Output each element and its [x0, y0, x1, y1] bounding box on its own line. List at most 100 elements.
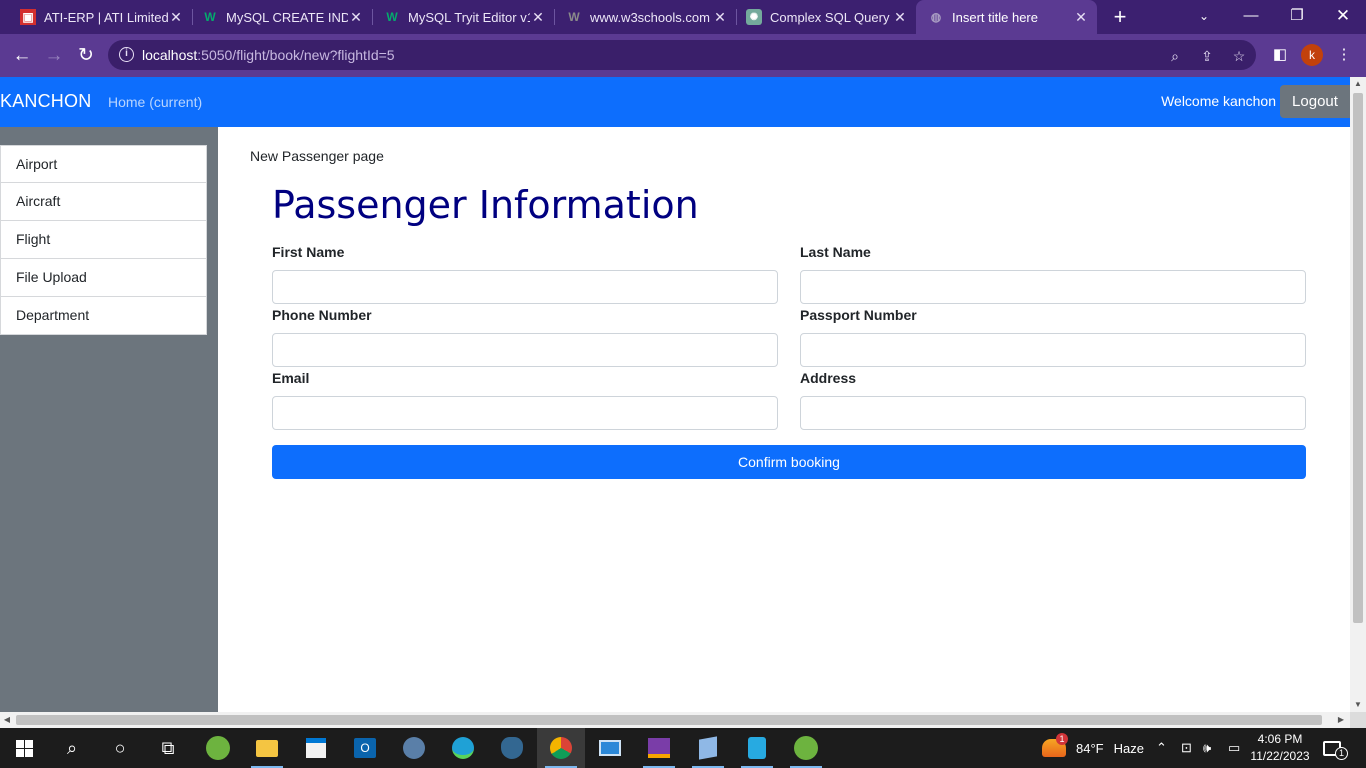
phone-number-label: Phone Number: [272, 307, 372, 323]
notifications-icon[interactable]: 1: [1323, 728, 1348, 768]
forward-icon[interactable]: →: [40, 42, 68, 70]
browser-tab-strip: ▣ ATI-ERP | ATI Limited ✕ W MySQL CREATE…: [0, 0, 1366, 34]
browser-toolbar: ← → ↻ i localhost:5050/flight/book/new?f…: [0, 34, 1366, 77]
browser-tab-active[interactable]: ◍ Insert title here ✕: [916, 0, 1097, 34]
vertical-scroll-thumb[interactable]: [1353, 93, 1363, 623]
ati-erp-logo-icon: ▣: [20, 9, 36, 25]
tab-search-icon[interactable]: ⌄: [1181, 0, 1227, 34]
scroll-right-arrow-icon[interactable]: ▶: [1334, 712, 1348, 728]
tab-title: MySQL Tryit Editor v1: [408, 9, 530, 25]
network-icon[interactable]: ▭: [1228, 728, 1240, 768]
profile-avatar[interactable]: k: [1301, 44, 1323, 66]
zoom-icon[interactable]: ⌕: [1166, 47, 1184, 65]
w3schools-icon: W: [386, 10, 398, 24]
windows-start-icon[interactable]: [0, 728, 48, 768]
outlook-icon[interactable]: O: [341, 728, 389, 768]
menu-kebab-icon[interactable]: ⋮: [1334, 45, 1354, 65]
logout-button[interactable]: Logout: [1280, 85, 1350, 118]
chatgpt-icon: ✺: [746, 9, 762, 25]
close-window-icon[interactable]: ✕: [1320, 0, 1366, 34]
restore-icon[interactable]: ❐: [1274, 0, 1320, 34]
tab-close-icon[interactable]: ✕: [1073, 9, 1089, 26]
brand-link[interactable]: KANCHON: [0, 91, 91, 112]
meet-now-icon[interactable]: ⊡: [1181, 728, 1192, 768]
side-panel-icon[interactable]: ◧: [1270, 45, 1290, 65]
weather-badge: 1: [1056, 733, 1068, 745]
spring-tool-suite-icon[interactable]: [194, 728, 242, 768]
sidebar-item-airport[interactable]: Airport: [0, 145, 207, 183]
browser-tab[interactable]: ▣ ATI-ERP | ATI Limited ✕: [0, 0, 192, 34]
browser-tab[interactable]: ✺ Complex SQL Query E ✕: [726, 0, 916, 34]
bookmark-star-icon[interactable]: ☆: [1230, 47, 1248, 65]
scroll-left-arrow-icon[interactable]: ◀: [0, 712, 14, 728]
w3schools-icon: W: [204, 10, 216, 24]
url-host: localhost: [142, 47, 198, 63]
passport-number-input[interactable]: [800, 333, 1306, 367]
back-icon[interactable]: ←: [8, 42, 36, 70]
first-name-label: First Name: [272, 244, 345, 260]
page-title: Passenger Information: [272, 183, 699, 227]
reload-icon[interactable]: ↻: [72, 42, 100, 70]
address-bar[interactable]: i localhost:5050/flight/book/new?flightI…: [108, 40, 1256, 70]
chrome-icon[interactable]: [537, 728, 585, 768]
show-hidden-icons-icon[interactable]: ⌃: [1156, 728, 1167, 768]
weather-haze-icon: 1: [1042, 733, 1068, 757]
sidebar-item-aircraft[interactable]: Aircraft: [0, 183, 207, 221]
remote-desktop-icon[interactable]: [586, 728, 634, 768]
mysql-workbench-icon[interactable]: [390, 728, 438, 768]
browser-tab[interactable]: W www.w3schools.com ✕: [546, 0, 736, 34]
weather-condition: Haze: [1113, 740, 1144, 756]
site-info-icon[interactable]: i: [119, 47, 134, 62]
app-navbar: KANCHON Home (current) Welcome kanchon L…: [0, 77, 1350, 127]
horizontal-scrollbar[interactable]: ◀ ▶: [0, 712, 1350, 728]
search-icon[interactable]: ⌕: [48, 728, 96, 768]
url-text[interactable]: localhost:5050/flight/book/new?flightId=…: [142, 47, 395, 63]
volume-icon[interactable]: 🕪: [1203, 728, 1211, 768]
cortana-icon[interactable]: ○: [96, 728, 144, 768]
sidebar-item-file-upload[interactable]: File Upload: [0, 259, 207, 297]
weather-widget[interactable]: 1 84°F Haze: [1042, 728, 1144, 768]
last-name-input[interactable]: [800, 270, 1306, 304]
address-input[interactable]: [800, 396, 1306, 430]
vertical-scrollbar[interactable]: ▲ ▼: [1350, 77, 1366, 712]
tab-title: www.w3schools.com: [590, 9, 710, 25]
sublime-style-app-icon[interactable]: [635, 728, 683, 768]
tab-close-icon[interactable]: ✕: [348, 9, 364, 26]
w3schools-icon: W: [568, 10, 580, 24]
scroll-up-arrow-icon[interactable]: ▲: [1350, 77, 1366, 91]
email-label: Email: [272, 370, 310, 386]
share-icon[interactable]: ⇪: [1198, 47, 1216, 65]
phone-number-input[interactable]: [272, 333, 778, 367]
horizontal-scroll-thumb[interactable]: [16, 715, 1322, 725]
globe-icon: ◍: [930, 10, 942, 24]
page-breadcrumb: New Passenger page: [250, 148, 384, 164]
nav-link-home[interactable]: Home (current): [108, 94, 202, 110]
browser-tab[interactable]: W MySQL CREATE INDEX ✕: [182, 0, 372, 34]
task-view-icon[interactable]: ⧉: [144, 728, 192, 768]
taskbar-clock[interactable]: 4:06 PM 11/22/2023: [1248, 731, 1312, 765]
scroll-down-arrow-icon[interactable]: ▼: [1350, 698, 1366, 712]
virtualbox-icon[interactable]: [684, 728, 732, 768]
app-icon[interactable]: [733, 728, 781, 768]
sidebar-item-flight[interactable]: Flight: [0, 221, 207, 259]
address-label: Address: [800, 370, 857, 386]
url-path: :5050/flight/book/new?flightId=5: [197, 47, 395, 63]
minimize-icon[interactable]: —: [1228, 0, 1274, 34]
tab-title: Complex SQL Query E: [770, 9, 892, 25]
confirm-booking-button[interactable]: Confirm booking: [272, 445, 1306, 479]
tab-close-icon[interactable]: ✕: [892, 9, 908, 26]
spring-boot-icon[interactable]: [782, 728, 830, 768]
new-tab-button[interactable]: +: [1108, 4, 1132, 30]
file-explorer-icon[interactable]: [243, 728, 291, 768]
microsoft-store-icon[interactable]: [292, 728, 340, 768]
tab-close-icon[interactable]: ✕: [530, 9, 546, 26]
pgadmin-icon[interactable]: [488, 728, 536, 768]
edge-icon[interactable]: [439, 728, 487, 768]
browser-tab[interactable]: W MySQL Tryit Editor v1 ✕: [364, 0, 554, 34]
email-input[interactable]: [272, 396, 778, 430]
last-name-label: Last Name: [800, 244, 871, 260]
weather-temp: 84°F: [1076, 740, 1104, 756]
sidebar-item-department[interactable]: Department: [0, 297, 207, 335]
tab-title: Insert title here: [952, 9, 1038, 25]
first-name-input[interactable]: [272, 270, 778, 304]
